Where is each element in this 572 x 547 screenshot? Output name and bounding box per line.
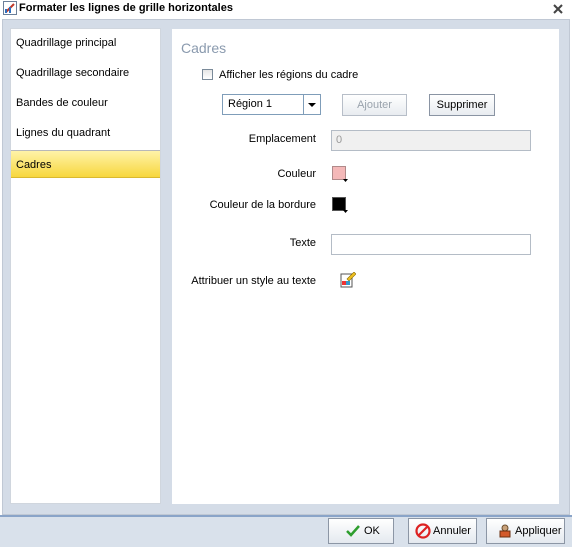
- nav-item-quadrillage-secondaire[interactable]: Quadrillage secondaire: [11, 59, 160, 87]
- cancel-label: Annuler: [433, 525, 471, 537]
- nav-item-cadres[interactable]: Cadres: [11, 150, 160, 178]
- show-regions-label: Afficher les régions du cadre: [219, 69, 359, 81]
- apply-icon: [499, 524, 511, 538]
- nav-item-lignes-du-quadrant[interactable]: Lignes du quadrant: [11, 119, 160, 147]
- border-color-label: Couleur de la bordure: [209, 199, 316, 211]
- text-field[interactable]: [331, 234, 531, 255]
- style-text-icon[interactable]: [340, 272, 356, 288]
- color-label: Couleur: [277, 168, 316, 180]
- ok-button[interactable]: OK: [328, 518, 394, 544]
- color-swatch[interactable]: [332, 166, 348, 182]
- style-text-label: Attribuer un style au texte: [191, 275, 316, 287]
- nav-item-quadrillage-principal[interactable]: Quadrillage principal: [11, 29, 160, 57]
- ok-label: OK: [364, 525, 380, 537]
- region-select-value: Région 1: [228, 98, 273, 110]
- apply-label: Appliquer: [515, 525, 562, 537]
- region-select[interactable]: Région 1: [222, 94, 321, 115]
- show-regions-checkbox[interactable]: [202, 69, 213, 80]
- location-field[interactable]: 0: [331, 130, 531, 151]
- chart-app-icon: [3, 1, 17, 15]
- nav-item-bandes-de-couleur[interactable]: Bandes de couleur: [11, 89, 160, 117]
- border-color-swatch[interactable]: [332, 197, 348, 213]
- checkmark-icon: [346, 525, 360, 537]
- title-bar: Formater les lignes de grille horizontal…: [0, 0, 572, 16]
- category-list: Quadrillage principal Quadrillage second…: [10, 28, 161, 504]
- apply-button[interactable]: Appliquer: [486, 518, 565, 544]
- location-label: Emplacement: [248, 133, 316, 145]
- cancel-icon: [415, 523, 431, 539]
- delete-button[interactable]: Supprimer: [429, 94, 495, 116]
- section-title: Cadres: [181, 40, 227, 56]
- chevron-down-icon[interactable]: [303, 95, 320, 114]
- cancel-button[interactable]: Annuler: [408, 518, 477, 544]
- add-button[interactable]: Ajouter: [342, 94, 407, 116]
- text-label: Texte: [289, 237, 316, 249]
- close-icon[interactable]: [551, 2, 565, 16]
- window-title: Formater les lignes de grille horizontal…: [19, 2, 233, 14]
